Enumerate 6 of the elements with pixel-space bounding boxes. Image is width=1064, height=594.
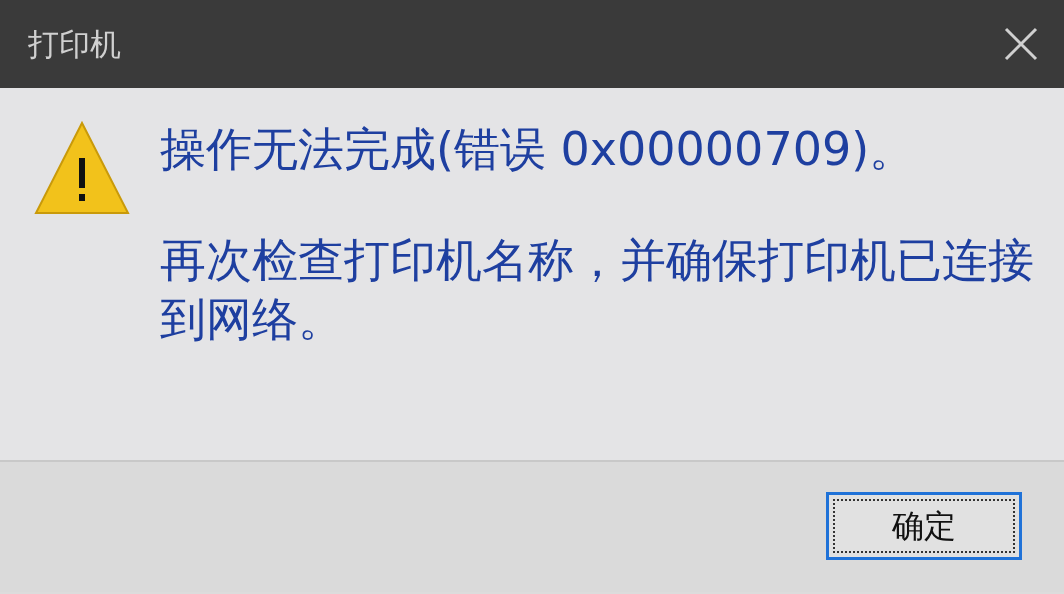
window-title: 打印机 — [28, 24, 121, 64]
message-title: 操作无法完成(错误 0x00000709)。 — [160, 121, 917, 178]
message-text: 再次检查打印机名称，并确保打印机已连接到网络。 — [160, 231, 1035, 348]
close-icon[interactable] — [1004, 27, 1038, 61]
ok-button[interactable]: 确定 — [826, 492, 1022, 560]
warning-icon — [34, 120, 130, 216]
